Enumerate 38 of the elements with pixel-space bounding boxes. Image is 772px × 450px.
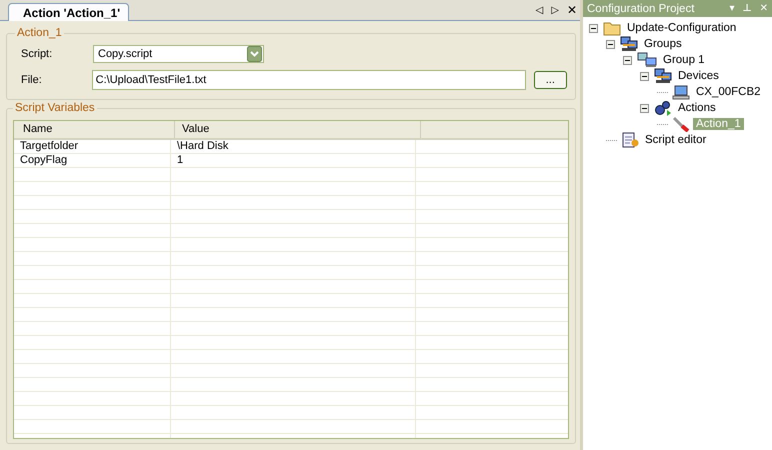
table-cell: CopyFlag xyxy=(14,154,171,167)
script-icon xyxy=(621,132,639,148)
column-header[interactable]: Value xyxy=(175,121,421,138)
tree-item[interactable]: Devices xyxy=(675,70,722,82)
tree-item[interactable]: Script editor xyxy=(642,134,710,146)
laptop-icon xyxy=(672,84,690,100)
computers-icon xyxy=(654,68,672,84)
collapse-toggle[interactable] xyxy=(640,72,649,80)
collapse-toggle[interactable] xyxy=(589,24,598,32)
tree-item[interactable]: Group 1 xyxy=(660,54,708,66)
tree-item[interactable]: Actions xyxy=(675,102,719,114)
script-label: Script: xyxy=(20,48,54,60)
collapse-toggle[interactable] xyxy=(623,56,632,64)
computers-icon xyxy=(637,52,657,68)
folder-icon xyxy=(603,20,621,36)
wrench-icon xyxy=(672,116,690,132)
tree-item[interactable]: CX_00FCB2 xyxy=(693,86,764,98)
script-dropdown[interactable]: Copy.script xyxy=(93,45,264,63)
tree-item[interactable]: Groups xyxy=(641,38,685,50)
table-cell: 1 xyxy=(171,154,416,167)
document-tab[interactable]: Action 'Action_1' xyxy=(8,3,130,21)
table-cell: \Hard Disk xyxy=(171,140,416,153)
collapse-toggle[interactable] xyxy=(606,40,615,48)
panel-title: Configuration Project xyxy=(587,2,696,14)
group-title: Action_1 xyxy=(16,27,63,39)
close-button[interactable]: ✕ xyxy=(564,3,580,17)
file-label: File: xyxy=(20,74,43,86)
collapse-toggle[interactable] xyxy=(640,104,649,112)
browse-button[interactable]: ... xyxy=(534,71,567,89)
table-cell: Targetfolder xyxy=(14,140,171,153)
scroll-left-button[interactable]: ◁ xyxy=(532,4,546,16)
group-title: Script Variables xyxy=(14,102,96,114)
file-path-field[interactable]: C:\Upload\TestFile1.txt xyxy=(92,70,526,90)
scroll-right-button[interactable]: ▷ xyxy=(548,4,562,16)
gears-icon xyxy=(654,100,672,116)
tree-item[interactable]: Update-Configuration xyxy=(624,22,740,34)
column-header[interactable]: Name xyxy=(14,121,175,138)
computers-icon xyxy=(620,36,638,52)
